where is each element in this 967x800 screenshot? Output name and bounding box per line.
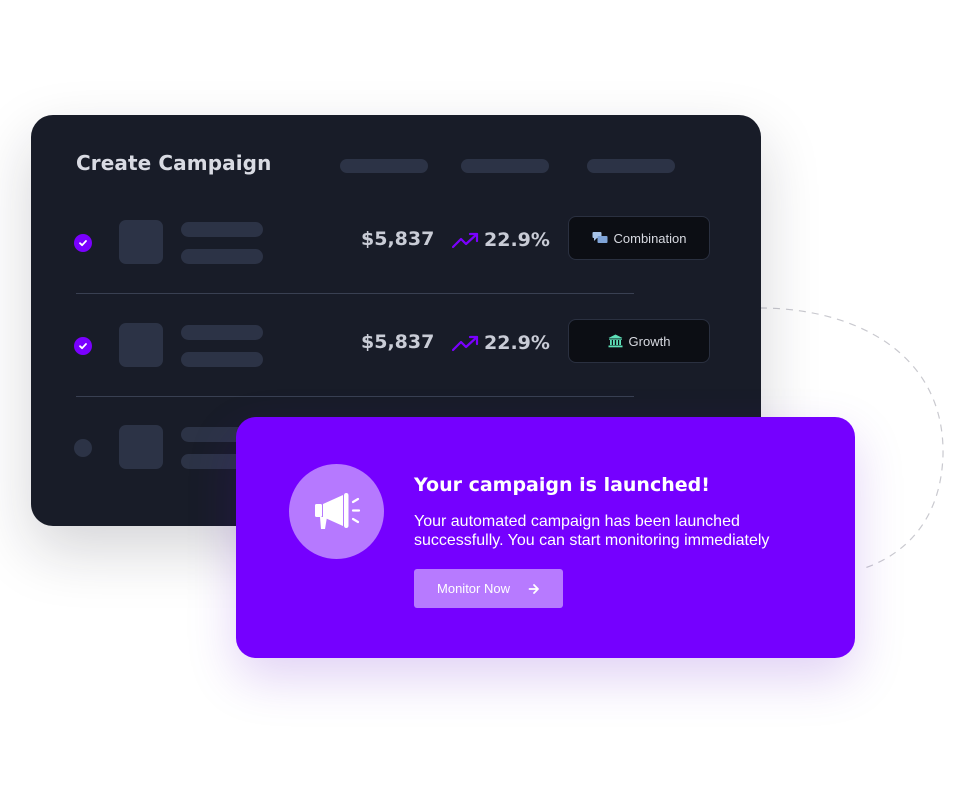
text-placeholder xyxy=(181,249,263,264)
header-placeholder xyxy=(587,159,675,173)
text-placeholder xyxy=(181,222,263,237)
tag-combination[interactable]: Combination xyxy=(568,216,710,260)
trending-up-icon xyxy=(452,232,479,249)
row-checkbox[interactable] xyxy=(74,234,92,252)
card-title: Create Campaign xyxy=(76,151,272,175)
check-icon xyxy=(79,343,87,350)
tag-label: Growth xyxy=(628,333,671,349)
header-placeholder xyxy=(340,159,428,173)
tag-label: Combination xyxy=(613,230,687,246)
campaign-row: $5,837 22.9% Combination xyxy=(31,193,761,293)
tag-growth[interactable]: Growth xyxy=(568,319,710,363)
percent-change: 22.9% xyxy=(484,229,550,251)
notification-title: Your campaign is launched! xyxy=(414,474,710,496)
thumbnail-placeholder xyxy=(119,220,163,264)
bank-icon xyxy=(608,334,623,348)
row-checkbox[interactable] xyxy=(74,439,92,457)
thumbnail-placeholder xyxy=(119,425,163,469)
row-divider xyxy=(76,396,634,397)
check-icon xyxy=(79,240,87,247)
text-placeholder xyxy=(181,352,263,367)
text-placeholder xyxy=(181,325,263,340)
amount-value: $5,837 xyxy=(361,228,435,250)
megaphone-icon xyxy=(314,492,360,529)
trending-up-icon xyxy=(452,335,479,352)
monitor-now-button[interactable]: Monitor Now xyxy=(414,569,563,608)
chat-bubbles-icon xyxy=(592,231,608,245)
thumbnail-placeholder xyxy=(119,323,163,367)
campaign-launched-notification: Your campaign is launched! Your automate… xyxy=(236,417,855,658)
megaphone-badge xyxy=(289,464,384,559)
notification-body: Your automated campaign has been launche… xyxy=(414,513,770,549)
header-placeholder xyxy=(461,159,549,173)
arrow-right-icon xyxy=(528,583,539,594)
percent-change: 22.9% xyxy=(484,332,550,354)
row-checkbox[interactable] xyxy=(74,337,92,355)
campaign-row: $5,837 22.9% Growth xyxy=(31,296,761,396)
monitor-now-label: Monitor Now xyxy=(437,581,510,596)
amount-value: $5,837 xyxy=(361,331,435,353)
row-divider xyxy=(76,293,634,294)
